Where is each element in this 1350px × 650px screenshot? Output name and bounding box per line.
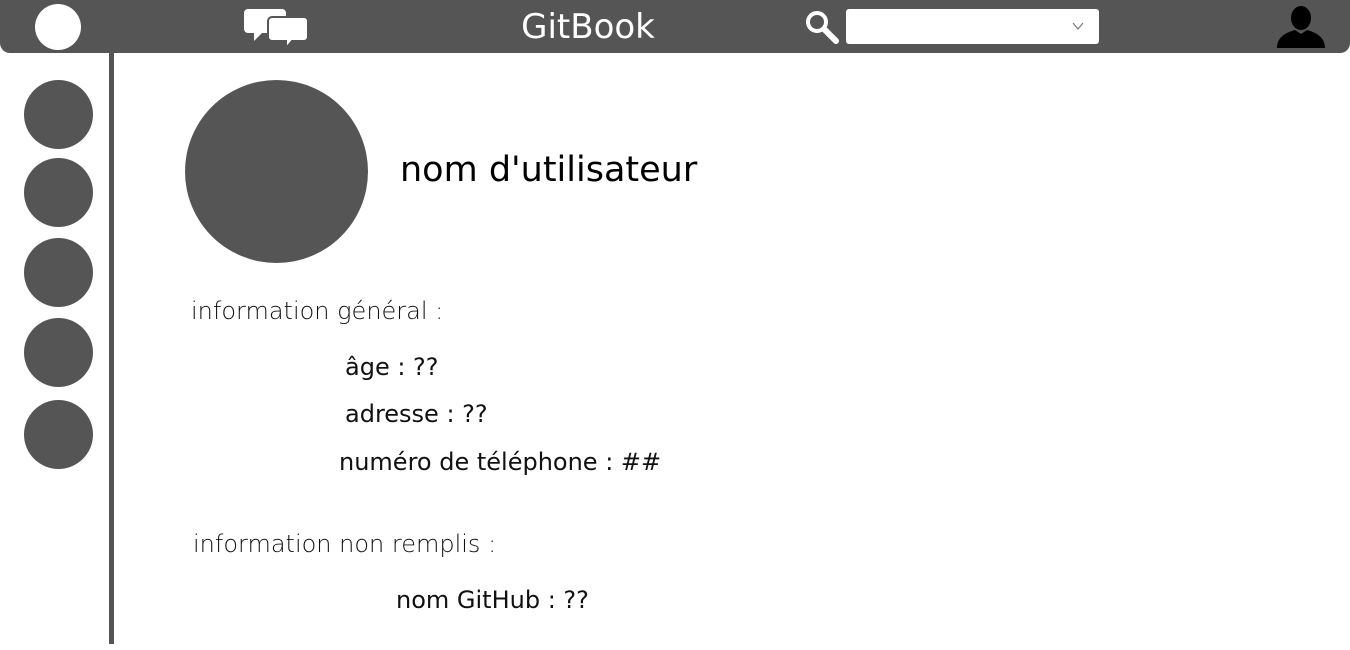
app-title: GitBook [521,7,655,47]
search-icon[interactable] [804,9,840,45]
age-field: âge : ?? [345,353,439,381]
username: nom d'utilisateur [400,150,698,190]
profile-avatar[interactable] [185,80,368,263]
sidebar-item-5[interactable] [24,400,93,469]
chat-bubbles-icon[interactable] [244,5,310,49]
sidebar-item-4[interactable] [24,318,93,387]
github-field: nom GitHub : ?? [396,586,589,614]
sidebar-item-3[interactable] [24,238,93,307]
sidebar-item-2[interactable] [24,158,93,227]
home-circle-icon[interactable] [35,4,81,50]
general-info-heading: information général : [191,297,444,325]
user-silhouette-icon[interactable] [1274,4,1328,50]
search-input[interactable] [846,9,1061,44]
address-field: adresse : ?? [345,400,488,428]
top-navigation-bar: GitBook [0,0,1350,53]
missing-info-heading: information non remplis : [193,530,497,558]
search-field[interactable] [846,9,1099,44]
sidebar-item-1[interactable] [24,80,93,149]
chevron-down-icon[interactable] [1071,19,1085,33]
phone-field: numéro de téléphone : ## [339,448,662,476]
sidebar-divider [109,53,114,644]
